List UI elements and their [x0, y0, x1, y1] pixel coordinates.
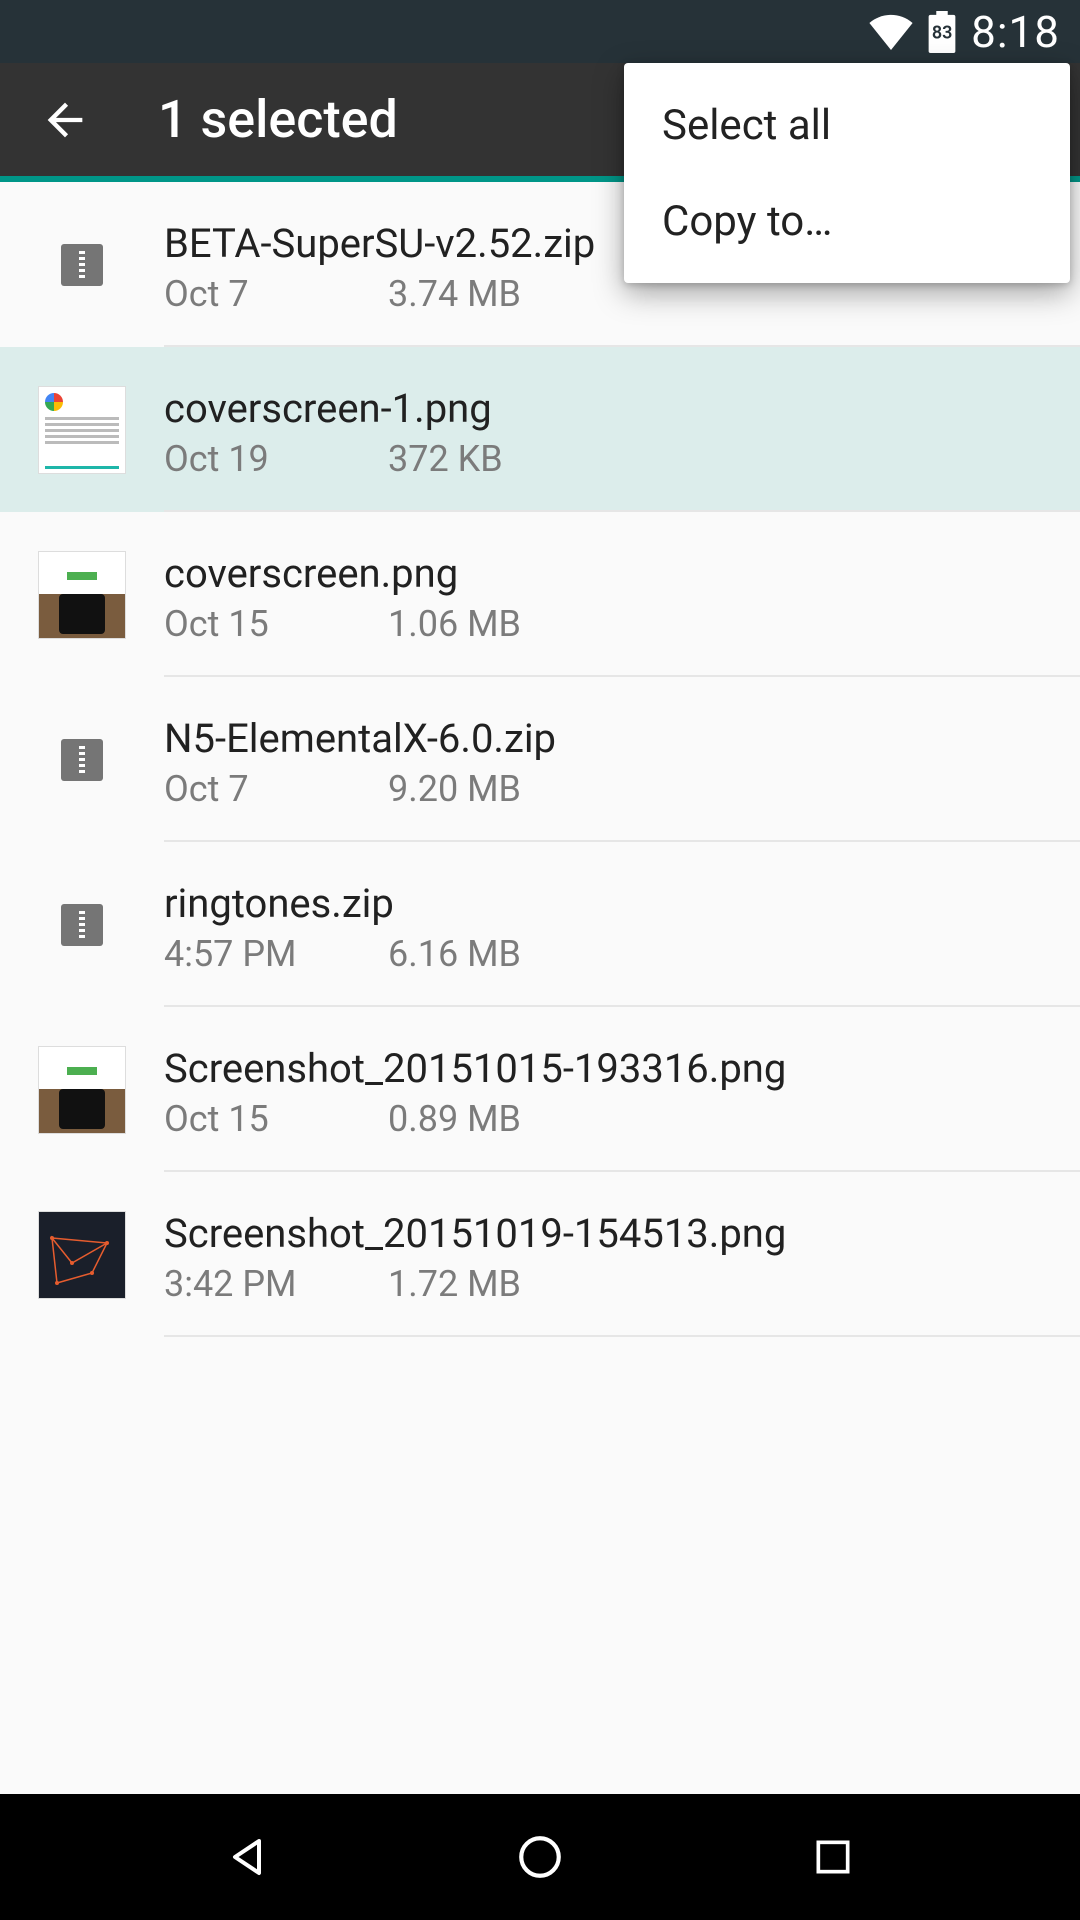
- archive-icon: [61, 244, 103, 286]
- status-bar: 83 8:18: [0, 0, 1080, 63]
- menu-item-select-all[interactable]: Select all: [624, 77, 1070, 173]
- back-button[interactable]: [30, 85, 100, 155]
- file-thumbnail: [38, 551, 126, 639]
- nav-back-button[interactable]: [219, 1829, 275, 1885]
- file-list[interactable]: BETA-SuperSU-v2.52.zipOct 73.74 MBcovers…: [0, 182, 1080, 1794]
- archive-icon: [61, 739, 103, 781]
- file-date: Oct 15: [164, 1098, 388, 1140]
- navigation-bar: [0, 1794, 1080, 1920]
- battery-icon: 83: [927, 11, 957, 53]
- file-thumbnail: [38, 221, 126, 309]
- file-name: N5-ElementalX-6.0.zip: [164, 715, 1080, 762]
- image-thumbnail: [38, 386, 126, 474]
- file-date: 4:57 PM: [164, 933, 388, 975]
- file-name: Screenshot_20151019-154513.png: [164, 1210, 1080, 1257]
- row-divider: [164, 1335, 1080, 1337]
- file-date: 3:42 PM: [164, 1263, 388, 1305]
- menu-item-copy-to[interactable]: Copy to…: [624, 173, 1070, 269]
- image-thumbnail: [38, 1046, 126, 1134]
- file-name: Screenshot_20151015-193316.png: [164, 1045, 1080, 1092]
- file-size: 1.72 MB: [388, 1263, 521, 1305]
- status-clock: 8:18: [971, 6, 1060, 58]
- file-size: 6.16 MB: [388, 933, 521, 975]
- file-thumbnail: [38, 881, 126, 969]
- file-date: Oct 19: [164, 438, 388, 480]
- file-date: Oct 7: [164, 768, 388, 810]
- selection-count-title: 1 selected: [158, 89, 398, 150]
- file-row[interactable]: Screenshot_20151015-193316.png Oct 150.89…: [0, 1007, 1080, 1172]
- file-row[interactable]: coverscreen.png Oct 151.06 MB: [0, 512, 1080, 677]
- file-name: coverscreen.png: [164, 550, 1080, 597]
- file-thumbnail: [38, 1046, 126, 1134]
- file-size: 0.89 MB: [388, 1098, 521, 1140]
- nav-recents-button[interactable]: [805, 1829, 861, 1885]
- file-size: 3.74 MB: [388, 273, 521, 315]
- battery-percent: 83: [932, 22, 953, 43]
- file-size: 372 KB: [388, 438, 503, 480]
- file-size: 1.06 MB: [388, 603, 521, 645]
- wifi-icon: [869, 14, 913, 50]
- file-row[interactable]: Screenshot_20151019-154513.png 3:42 PM1.7…: [0, 1172, 1080, 1337]
- file-row[interactable]: N5-ElementalX-6.0.zip Oct 79.20 MB: [0, 677, 1080, 842]
- image-thumbnail: [38, 1211, 126, 1299]
- overflow-menu: Select all Copy to…: [624, 63, 1070, 283]
- file-thumbnail: [38, 716, 126, 804]
- file-name: coverscreen-1.png: [164, 385, 1080, 432]
- image-thumbnail: [38, 551, 126, 639]
- file-row[interactable]: coverscreen-1.png Oct 19372 KB: [0, 347, 1080, 512]
- file-thumbnail: [38, 386, 126, 474]
- file-date: Oct 7: [164, 273, 388, 315]
- nav-home-button[interactable]: [512, 1829, 568, 1885]
- file-row[interactable]: ringtones.zip 4:57 PM6.16 MB: [0, 842, 1080, 1007]
- file-size: 9.20 MB: [388, 768, 521, 810]
- file-date: Oct 15: [164, 603, 388, 645]
- file-thumbnail: [38, 1211, 126, 1299]
- file-name: ringtones.zip: [164, 880, 1080, 927]
- archive-icon: [61, 904, 103, 946]
